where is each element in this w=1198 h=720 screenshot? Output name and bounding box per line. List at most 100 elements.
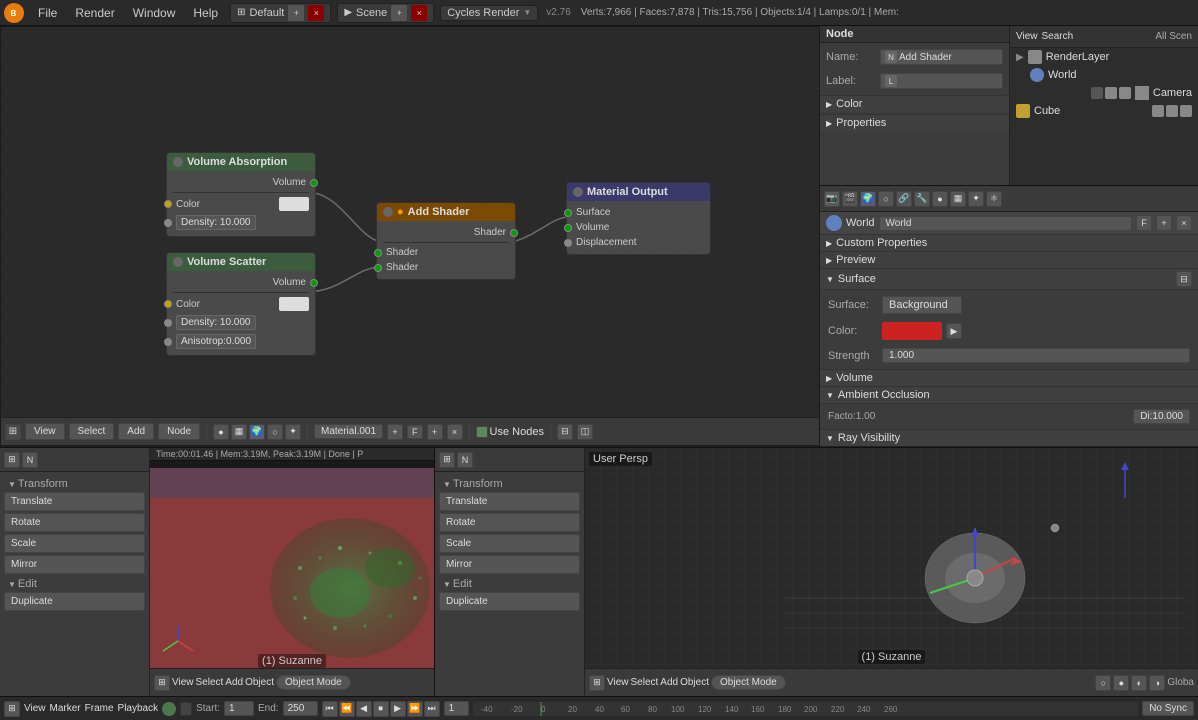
outliner-item-cube[interactable]: Cube	[1010, 102, 1198, 120]
play-back-btn[interactable]: ◀	[356, 701, 372, 717]
view-btn[interactable]: View	[1016, 31, 1038, 42]
socket-vol-scat-color[interactable]	[164, 300, 172, 308]
ao-section-header[interactable]: ▼ Ambient Occlusion	[820, 387, 1198, 404]
socket-vol-scat-density[interactable]	[164, 319, 172, 327]
workspace-add[interactable]: +	[288, 5, 304, 21]
jump-start-btn[interactable]: ⏮	[322, 701, 338, 717]
label-input[interactable]: L	[880, 73, 1003, 89]
camera-restrict2[interactable]	[1119, 87, 1131, 99]
collapse-btn[interactable]	[173, 157, 183, 167]
node-volume-scatter[interactable]: Volume Scatter Volume Color	[166, 252, 316, 356]
material-name-field[interactable]: Material.001	[314, 424, 383, 439]
particle-props-icon[interactable]: ✦	[968, 191, 984, 207]
cube-restrict1[interactable]	[1152, 105, 1164, 117]
object-icon[interactable]: ○	[267, 424, 283, 440]
vp2-shade2[interactable]: ●	[1113, 675, 1129, 691]
socket-shader2-in[interactable]	[374, 264, 382, 272]
material-add-icon[interactable]: +	[387, 424, 403, 440]
socket-density-in[interactable]	[164, 219, 172, 227]
engine-selector[interactable]: Cycles Render ▼	[440, 5, 538, 21]
socket-volume-in[interactable]	[564, 224, 572, 232]
rotate-btn-1[interactable]: Rotate	[4, 513, 145, 532]
snap-icon[interactable]: ⊟	[557, 424, 573, 440]
world-add-btn[interactable]: +	[1156, 215, 1172, 231]
texture-props-icon[interactable]: ▦	[950, 191, 966, 207]
socket-vol-scat-out[interactable]	[310, 279, 318, 287]
toolbar-node[interactable]: Node	[158, 423, 200, 440]
socket-aniso[interactable]	[164, 338, 172, 346]
F-slot[interactable]: F	[407, 425, 423, 439]
translate-btn-2[interactable]: Translate	[439, 492, 580, 511]
render-props-icon[interactable]: 📷	[824, 191, 840, 207]
properties-section[interactable]: ▶ Properties	[820, 114, 1009, 131]
vp1-view[interactable]: View	[172, 677, 194, 688]
menu-file[interactable]: File	[30, 4, 65, 22]
color-swatch[interactable]	[882, 322, 942, 340]
start-input[interactable]: 1	[224, 701, 254, 716]
vp1-icon[interactable]: ⊞	[154, 675, 170, 691]
world-props-icon[interactable]: 🌍	[860, 191, 876, 207]
node-add-shader[interactable]: ● Add Shader Shader Shader Shad	[376, 202, 516, 280]
vp2-shade4[interactable]: ◑	[1149, 675, 1165, 691]
mirror-btn-1[interactable]: Mirror	[4, 555, 145, 574]
timeline-lock[interactable]	[180, 702, 192, 716]
vp2-object[interactable]: Object	[680, 677, 709, 688]
di-field[interactable]: Di:10.000	[1133, 409, 1190, 424]
material-del-icon[interactable]: ×	[447, 424, 463, 440]
panel1-icon[interactable]: ⊞	[4, 452, 20, 468]
color-expand-icon[interactable]: ▶	[946, 323, 962, 339]
density-field[interactable]: Density: 10.000	[176, 215, 256, 230]
vp1-object[interactable]: Object	[245, 677, 274, 688]
toolbar-add[interactable]: Add	[118, 423, 154, 440]
mirror-btn-2[interactable]: Mirror	[439, 555, 580, 574]
toolbar-view-icon[interactable]: ⊞	[5, 424, 21, 440]
workspace-selector[interactable]: ⊞ Default + ×	[230, 3, 331, 23]
toolbar-view[interactable]: View	[25, 423, 65, 440]
timeline-frame[interactable]: Frame	[85, 703, 114, 714]
material-props-icon[interactable]: ●	[932, 191, 948, 207]
material-new-icon[interactable]: +	[427, 424, 443, 440]
surface-expand-icon[interactable]: ⊟	[1176, 271, 1192, 287]
panel2-lock[interactable]: N	[457, 452, 473, 468]
socket-surface-in[interactable]	[564, 209, 572, 217]
outliner-item-renderlayer[interactable]: ▶ RenderLayer	[1010, 48, 1198, 66]
scat-density-field[interactable]: Density: 10.000	[176, 315, 256, 330]
surface-dropdown[interactable]: Background	[882, 296, 962, 314]
duplicate-btn-1[interactable]: Duplicate	[4, 592, 145, 611]
menu-window[interactable]: Window	[125, 4, 184, 22]
vp2-view[interactable]: View	[607, 677, 629, 688]
next-keyframe-btn[interactable]: ⏩	[407, 701, 423, 717]
vp2-shade1[interactable]: ○	[1095, 675, 1111, 691]
particle-icon[interactable]: ✦	[285, 424, 301, 440]
vp2-global[interactable]: Globa	[1167, 677, 1194, 688]
toolbar-select[interactable]: Select	[69, 423, 115, 440]
socket-displacement-in[interactable]	[564, 239, 572, 247]
end-input[interactable]: 250	[283, 701, 318, 716]
stop-btn[interactable]: ⏹	[373, 701, 389, 717]
custom-props-section[interactable]: ▶ Custom Properties	[820, 235, 1198, 252]
scale-btn-2[interactable]: Scale	[439, 534, 580, 553]
timeline-marker[interactable]: Marker	[50, 703, 81, 714]
menu-render[interactable]: Render	[67, 4, 122, 22]
jump-end-btn[interactable]: ⏭	[424, 701, 440, 717]
workspace-close[interactable]: ×	[308, 5, 324, 21]
timeline-playback[interactable]: Playback	[118, 703, 159, 714]
play-btn[interactable]: ▶	[390, 701, 406, 717]
collapse-btn-add[interactable]	[383, 207, 393, 217]
vp2-mode[interactable]: Object Mode	[711, 675, 786, 690]
vp1-add[interactable]: Add	[225, 677, 243, 688]
render-icon[interactable]: ●	[213, 424, 229, 440]
no-sync-btn[interactable]: No Sync	[1142, 701, 1194, 716]
strength-field[interactable]: 1.000	[882, 348, 1190, 363]
view-icon2[interactable]: ◫	[577, 424, 593, 440]
vp1-select[interactable]: Select	[196, 677, 224, 688]
scene-props-icon[interactable]: 🎬	[842, 191, 858, 207]
vp2-add[interactable]: Add	[660, 677, 678, 688]
use-nodes-toggle[interactable]: Use Nodes	[476, 426, 544, 438]
collapse-btn-mat[interactable]	[573, 187, 583, 197]
duplicate-btn-2[interactable]: Duplicate	[439, 592, 580, 611]
blender-logo[interactable]: B	[4, 3, 24, 23]
world-icon[interactable]: 🌍	[249, 424, 265, 440]
vp2-select[interactable]: Select	[631, 677, 659, 688]
texture-icon[interactable]: ▦	[231, 424, 247, 440]
